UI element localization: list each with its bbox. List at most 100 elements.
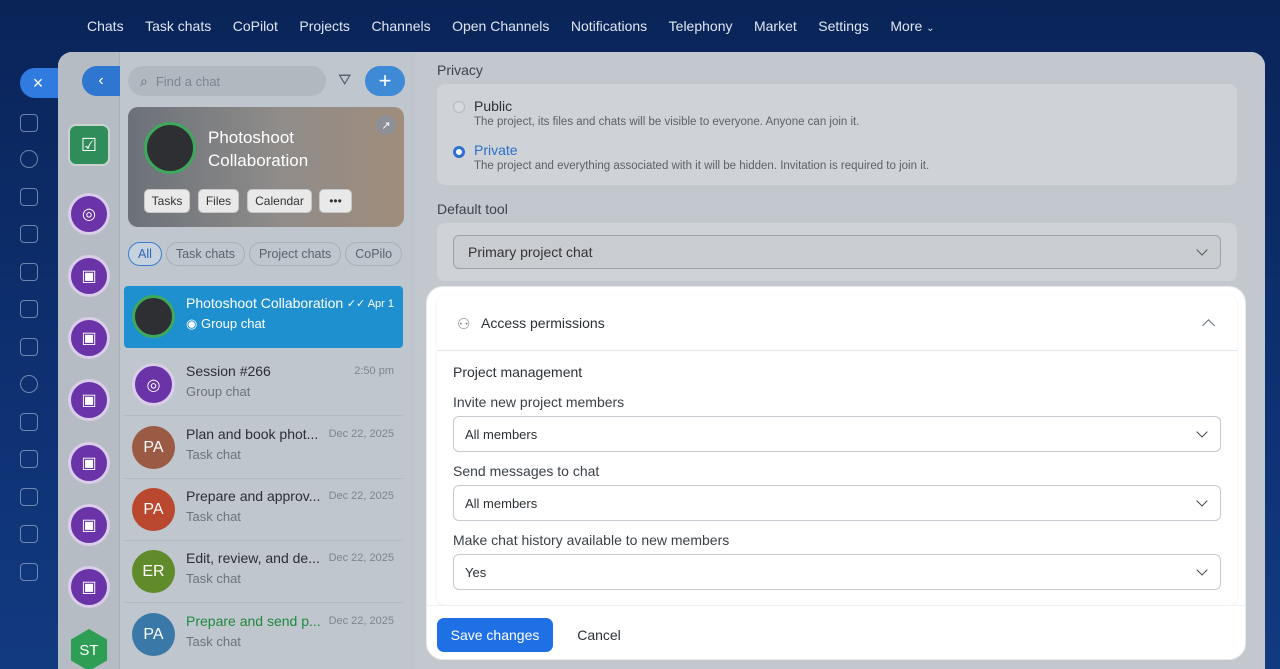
document-icon[interactable] xyxy=(20,263,38,281)
nav-channels[interactable]: Channels xyxy=(371,18,430,34)
copilot-icon[interactable] xyxy=(20,150,38,168)
chat-subtitle: Group chat xyxy=(186,384,251,399)
access-permissions-section: ⚇ Access permissions Project management … xyxy=(437,295,1237,605)
tasks-icon[interactable] xyxy=(20,450,38,468)
private-description: The project and everything associated wi… xyxy=(474,160,930,172)
select-value: Yes xyxy=(465,564,487,580)
form-footer: Save changes Cancel xyxy=(427,605,1245,659)
copilot-avatar: ◎ xyxy=(132,363,175,406)
chat-avatar-initials: ER xyxy=(132,550,175,593)
plus-icon: + xyxy=(378,68,392,93)
default-tool-select[interactable]: Primary project chat xyxy=(453,235,1221,269)
private-radio[interactable] xyxy=(453,146,465,158)
avatar-tile[interactable]: ▣ xyxy=(58,369,120,431)
chat-icon[interactable] xyxy=(20,114,38,132)
nav-more[interactable]: More ⌄ xyxy=(890,18,934,34)
nav-telephony[interactable]: Telephony xyxy=(669,18,733,34)
chat-subtitle: ◉ Group chat xyxy=(186,316,265,332)
filter-task-chats[interactable]: Task chats xyxy=(165,242,245,266)
access-permissions-panel: ⚇ Access permissions Project management … xyxy=(427,287,1245,659)
field-label: Invite new project members xyxy=(453,394,625,410)
close-button[interactable]: × xyxy=(20,68,60,98)
board-icon[interactable] xyxy=(20,413,38,431)
chat-list-item[interactable]: PA Prepare and approv... Task chat Dec 2… xyxy=(124,479,403,541)
task-avatar-icon: ▣ xyxy=(68,504,110,546)
mail-icon[interactable] xyxy=(20,338,38,356)
search-input[interactable]: ⌕ Find a chat xyxy=(128,66,326,96)
chat-subtitle: Task chat xyxy=(186,447,241,462)
filter-project-chats[interactable]: Project chats xyxy=(248,242,342,266)
avatar-tile[interactable]: ◎ xyxy=(58,183,120,245)
default-tool-box: Primary project chat xyxy=(437,223,1237,281)
chat-title: Plan and book phot... xyxy=(186,426,319,442)
avatar-tile[interactable]: ▣ xyxy=(58,245,120,307)
chevron-up-icon[interactable] xyxy=(1202,319,1215,332)
invite-members-select[interactable]: All members xyxy=(453,416,1221,452)
filter-copilot[interactable]: CoPilo xyxy=(345,242,403,266)
filter-icon[interactable]: ⛛ xyxy=(338,72,356,90)
chat-subtitle: Task chat xyxy=(186,571,241,586)
send-messages-select[interactable]: All members xyxy=(453,485,1221,521)
chat-list-item[interactable]: PA Plan and book phot... Task chat Dec 2… xyxy=(124,417,403,479)
chat-date-text: Apr 1 xyxy=(367,298,394,310)
task-avatar-icon: ▣ xyxy=(68,317,110,359)
nav-projects[interactable]: Projects xyxy=(299,18,350,34)
feed-icon[interactable] xyxy=(20,188,38,206)
project-management-heading: Project management xyxy=(453,364,583,380)
calendar-icon[interactable] xyxy=(20,225,38,243)
task-avatar-icon: ▣ xyxy=(68,255,110,297)
nav-chats[interactable]: Chats xyxy=(87,18,124,34)
chat-list-item[interactable]: PA Prepare and send p... Task chat Dec 2… xyxy=(124,604,403,666)
more-chip[interactable]: ••• xyxy=(319,189,352,213)
group-avatar: ST xyxy=(70,629,108,669)
nav-notifications[interactable]: Notifications xyxy=(571,18,647,34)
chat-list-panel: ⌕ Find a chat ⛛ + Photoshoot Collaborati… xyxy=(120,52,473,669)
save-changes-button[interactable]: Save changes xyxy=(437,618,553,652)
files-chip[interactable]: Files xyxy=(198,189,239,213)
recent-avatars-column: ☑ ◎ ▣ ▣ ▣ ▣ ▣ ▣ ST xyxy=(58,52,120,669)
calendar-chip[interactable]: Calendar xyxy=(247,189,312,213)
access-permissions-header[interactable]: ⚇ Access permissions xyxy=(437,295,1237,351)
chat-list-item[interactable]: ER Edit, review, and de... Task chat Dec… xyxy=(124,541,403,603)
avatar-tile[interactable]: ▣ xyxy=(58,432,120,494)
chat-title: Prepare and send p... xyxy=(186,613,321,629)
open-external-icon[interactable]: ↗ xyxy=(376,115,396,135)
copilot-avatar-icon: ◎ xyxy=(68,193,110,235)
chat-history-select[interactable]: Yes xyxy=(453,554,1221,590)
chat-avatar-initials: PA xyxy=(132,488,175,531)
select-value: All members xyxy=(465,426,538,442)
chat-filters: All Task chats Project chats CoPilo xyxy=(128,242,403,266)
nav-copilot[interactable]: CoPilot xyxy=(233,18,278,34)
public-radio[interactable] xyxy=(453,101,465,113)
back-button[interactable]: ‹ xyxy=(82,66,120,96)
list-icon[interactable] xyxy=(20,563,38,581)
robot-icon[interactable] xyxy=(20,488,38,506)
tasks-chip[interactable]: Tasks xyxy=(144,189,190,213)
nav-task-chats[interactable]: Task chats xyxy=(145,18,211,34)
avatar-tile[interactable]: ▣ xyxy=(58,494,120,556)
privacy-box: Public The project, its files and chats … xyxy=(437,84,1237,185)
cart-icon[interactable] xyxy=(20,525,38,543)
nav-open-channels[interactable]: Open Channels xyxy=(452,18,549,34)
avatar-tile[interactable]: ☑ xyxy=(58,114,120,176)
chat-subtitle-text: Group chat xyxy=(200,316,266,331)
filter-all[interactable]: All xyxy=(128,242,162,266)
chat-list-item[interactable]: Photoshoot Collaboration ◉ Group chat ✓✓… xyxy=(124,286,403,348)
chat-title: Photoshoot Collaboration xyxy=(186,295,344,311)
chat-avatar xyxy=(144,122,196,174)
chat-title: Prepare and approv... xyxy=(186,488,321,504)
chevron-down-icon xyxy=(1196,564,1208,576)
storage-icon[interactable] xyxy=(20,300,38,318)
projects-icon[interactable] xyxy=(20,375,38,393)
new-chat-button[interactable]: + xyxy=(365,66,405,96)
cancel-button[interactable]: Cancel xyxy=(565,618,633,652)
avatar-tile[interactable]: ▣ xyxy=(58,307,120,369)
avatar-tile[interactable]: ▣ xyxy=(58,556,120,618)
group-icon: ◉ xyxy=(186,316,201,331)
privacy-label: Privacy xyxy=(437,62,483,78)
chat-date: Dec 22, 2025 xyxy=(328,428,394,440)
avatar-tile[interactable]: ST xyxy=(58,619,120,669)
nav-settings[interactable]: Settings xyxy=(818,18,869,34)
nav-market[interactable]: Market xyxy=(754,18,797,34)
chat-list-item[interactable]: ◎ Session #266 Group chat 2:50 pm xyxy=(124,354,403,416)
